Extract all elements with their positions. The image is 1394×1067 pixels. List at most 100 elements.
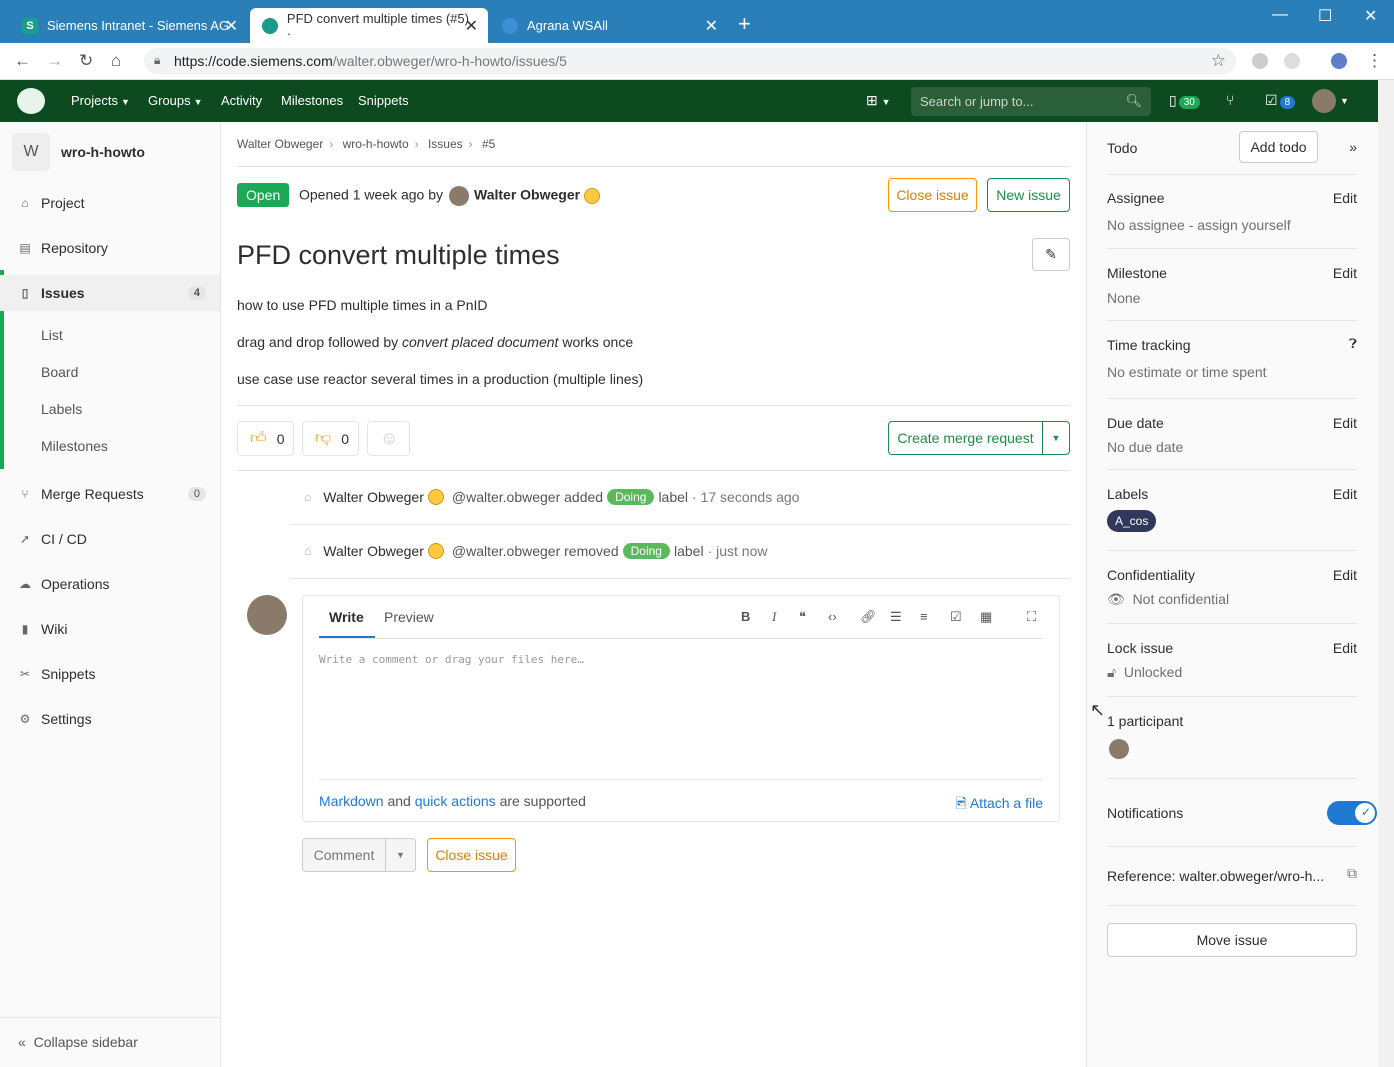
thumbs-up-button[interactable]: 👍︎ 0 <box>237 421 294 456</box>
sidebar-item-project[interactable]: ⌂ Project <box>0 185 220 221</box>
task-list-icon[interactable]: ☑ <box>950 609 962 625</box>
author-link[interactable]: Walter Obweger <box>474 187 580 203</box>
browser-tab-agrana[interactable]: Agrana WSAll ✕ <box>490 8 728 43</box>
collapse-right-sidebar-icon[interactable]: » <box>1349 139 1357 155</box>
forward-icon[interactable]: → <box>46 51 63 71</box>
confidentiality-edit-link[interactable]: Edit <box>1333 567 1357 583</box>
breadcrumb-link[interactable]: Issues <box>428 137 463 151</box>
attach-file-button[interactable]: 🖻︎ Attach a file <box>955 793 1043 817</box>
close-window-icon[interactable]: ✕ <box>1364 6 1377 26</box>
new-issue-button[interactable]: New issue <box>987 178 1070 212</box>
maximize-icon[interactable]: ☐ <box>1318 6 1332 26</box>
labels-edit-link[interactable]: Edit <box>1333 486 1357 502</box>
sidebar-subitem-list[interactable]: List <box>41 327 63 343</box>
create-merge-request-button[interactable]: Create merge request <box>888 421 1043 455</box>
issues-header-icon[interactable]: ▯ 30 <box>1169 92 1200 109</box>
profile-icon[interactable] <box>1331 53 1347 69</box>
plus-square-icon[interactable]: ⊞ ▼ <box>866 92 891 109</box>
author-avatar[interactable] <box>449 186 469 206</box>
bullet-list-icon[interactable]: ☰ <box>890 609 902 625</box>
reload-icon[interactable]: ↻ <box>79 51 93 71</box>
add-todo-button[interactable]: Add todo <box>1239 131 1318 163</box>
comment-button[interactable]: Comment <box>302 838 386 872</box>
tab-write[interactable]: Write <box>329 609 364 625</box>
nav-snippets[interactable]: Snippets <box>358 93 409 108</box>
sidebar-item-merge-requests[interactable]: ⑂ Merge Requests 0 <box>0 476 220 512</box>
edit-pencil-icon[interactable]: ✎ <box>1032 238 1070 271</box>
extension-icon[interactable] <box>1252 53 1268 69</box>
breadcrumb-link[interactable]: wro-h-howto <box>343 137 409 151</box>
search-input[interactable]: Search or jump to... 🔍︎ <box>911 87 1151 116</box>
markdown-link[interactable]: Markdown <box>319 793 384 809</box>
label-pill[interactable]: A_cos <box>1107 510 1157 532</box>
table-icon[interactable]: ▦ <box>980 609 992 625</box>
copy-icon[interactable]: ⧉ <box>1347 865 1357 882</box>
close-tab-icon[interactable]: ✕ <box>705 16 718 36</box>
breadcrumb-link[interactable]: Walter Obweger <box>237 137 323 151</box>
comment-textarea[interactable]: Write a comment or drag your files here… <box>319 653 584 666</box>
back-icon[interactable]: ← <box>14 51 31 71</box>
fullscreen-icon[interactable]: ⛶ <box>1027 609 1036 625</box>
browser-tab-siemens[interactable]: S Siemens Intranet - Siemens AG ✕ <box>10 8 248 43</box>
close-tab-icon[interactable]: ✕ <box>465 16 478 36</box>
nav-projects[interactable]: Projects ▼ <box>71 93 130 108</box>
sidebar-item-issues[interactable]: ▯ Issues 4 <box>0 275 220 311</box>
italic-icon[interactable]: I <box>772 609 776 625</box>
browser-tab-issue[interactable]: PFD convert multiple times (#5) · ✕ <box>250 8 488 43</box>
sidebar-item-operations[interactable]: ☁ Operations <box>0 566 220 602</box>
bold-icon[interactable]: B <box>741 609 750 624</box>
gitlab-logo-icon[interactable] <box>17 88 45 114</box>
project-header[interactable]: W wro-h-howto <box>12 133 145 171</box>
url-field[interactable]: 🔒︎ https://code.siemens.com /walter.obwe… <box>144 48 1236 74</box>
assignee-value[interactable]: No assignee - assign yourself <box>1107 217 1291 233</box>
sidebar-subitem-board[interactable]: Board <box>41 364 78 380</box>
menu-dots-icon[interactable]: ⋮ <box>1366 51 1383 71</box>
milestone-edit-link[interactable]: Edit <box>1333 265 1357 281</box>
assignee-edit-link[interactable]: Edit <box>1333 190 1357 206</box>
quote-icon[interactable]: ❝ <box>799 609 806 625</box>
quick-actions-link[interactable]: quick actions <box>415 793 496 809</box>
lock-issue-edit-link[interactable]: Edit <box>1333 640 1357 656</box>
note-author[interactable]: Walter Obweger <box>323 543 424 559</box>
new-tab-icon[interactable]: + <box>738 13 751 35</box>
note-author[interactable]: Walter Obweger <box>323 489 424 505</box>
participant-avatar[interactable] <box>1109 739 1129 759</box>
merge-request-dropdown[interactable]: ▼ <box>1042 421 1070 455</box>
notifications-toggle[interactable]: ✓ <box>1327 801 1377 825</box>
sidebar-subitem-labels[interactable]: Labels <box>41 401 82 417</box>
collapse-sidebar-button[interactable]: « Collapse sidebar <box>0 1017 220 1067</box>
extension-icon[interactable] <box>1284 53 1300 69</box>
add-reaction-button[interactable]: ☺ <box>367 421 410 456</box>
nav-groups[interactable]: Groups ▼ <box>148 93 203 108</box>
thumbs-down-button[interactable]: 👎︎ 0 <box>302 421 359 456</box>
label-badge[interactable]: Doing <box>607 489 655 505</box>
sidebar-item-wiki[interactable]: ▮ Wiki <box>0 611 220 647</box>
tab-preview[interactable]: Preview <box>384 609 434 625</box>
link-icon[interactable]: 🔗︎ <box>860 609 877 625</box>
close-issue-button[interactable]: Close issue <box>888 178 977 212</box>
numbered-list-icon[interactable]: ≡ <box>920 609 928 624</box>
help-circle-icon[interactable]: ❓︎ <box>1349 336 1357 352</box>
todos-header-icon[interactable]: ☑ 8 <box>1265 92 1296 109</box>
home-icon[interactable]: ⌂ <box>111 51 121 71</box>
minimize-icon[interactable]: — <box>1272 6 1288 24</box>
nav-milestones[interactable]: Milestones <box>281 93 343 108</box>
close-tab-icon[interactable]: ✕ <box>225 16 238 36</box>
comment-dropdown[interactable]: ▼ <box>385 838 416 872</box>
user-avatar[interactable] <box>1312 89 1336 113</box>
sidebar-item-repository[interactable]: ▤ Repository <box>0 230 220 266</box>
label-badge[interactable]: Doing <box>622 543 670 559</box>
sidebar-item-ci-cd[interactable]: ➚ CI / CD <box>0 521 220 557</box>
sidebar-item-snippets[interactable]: ✂ Snippets <box>0 656 220 692</box>
code-icon[interactable]: ‹› <box>828 609 837 624</box>
nav-activity[interactable]: Activity <box>221 93 262 108</box>
sidebar-subitem-milestones[interactable]: Milestones <box>41 438 108 454</box>
sidebar-item-settings[interactable]: ⚙ Settings <box>0 701 220 737</box>
move-issue-button[interactable]: Move issue <box>1107 923 1357 957</box>
bookmark-star-icon[interactable]: ☆ <box>1211 51 1226 71</box>
page-scrollbar[interactable] <box>1378 80 1394 1067</box>
breadcrumb-link[interactable]: #5 <box>482 137 495 151</box>
close-issue-bottom-button[interactable]: Close issue <box>427 838 516 872</box>
due-date-edit-link[interactable]: Edit <box>1333 415 1357 431</box>
chevron-down-icon[interactable]: ▼ <box>1340 96 1349 106</box>
